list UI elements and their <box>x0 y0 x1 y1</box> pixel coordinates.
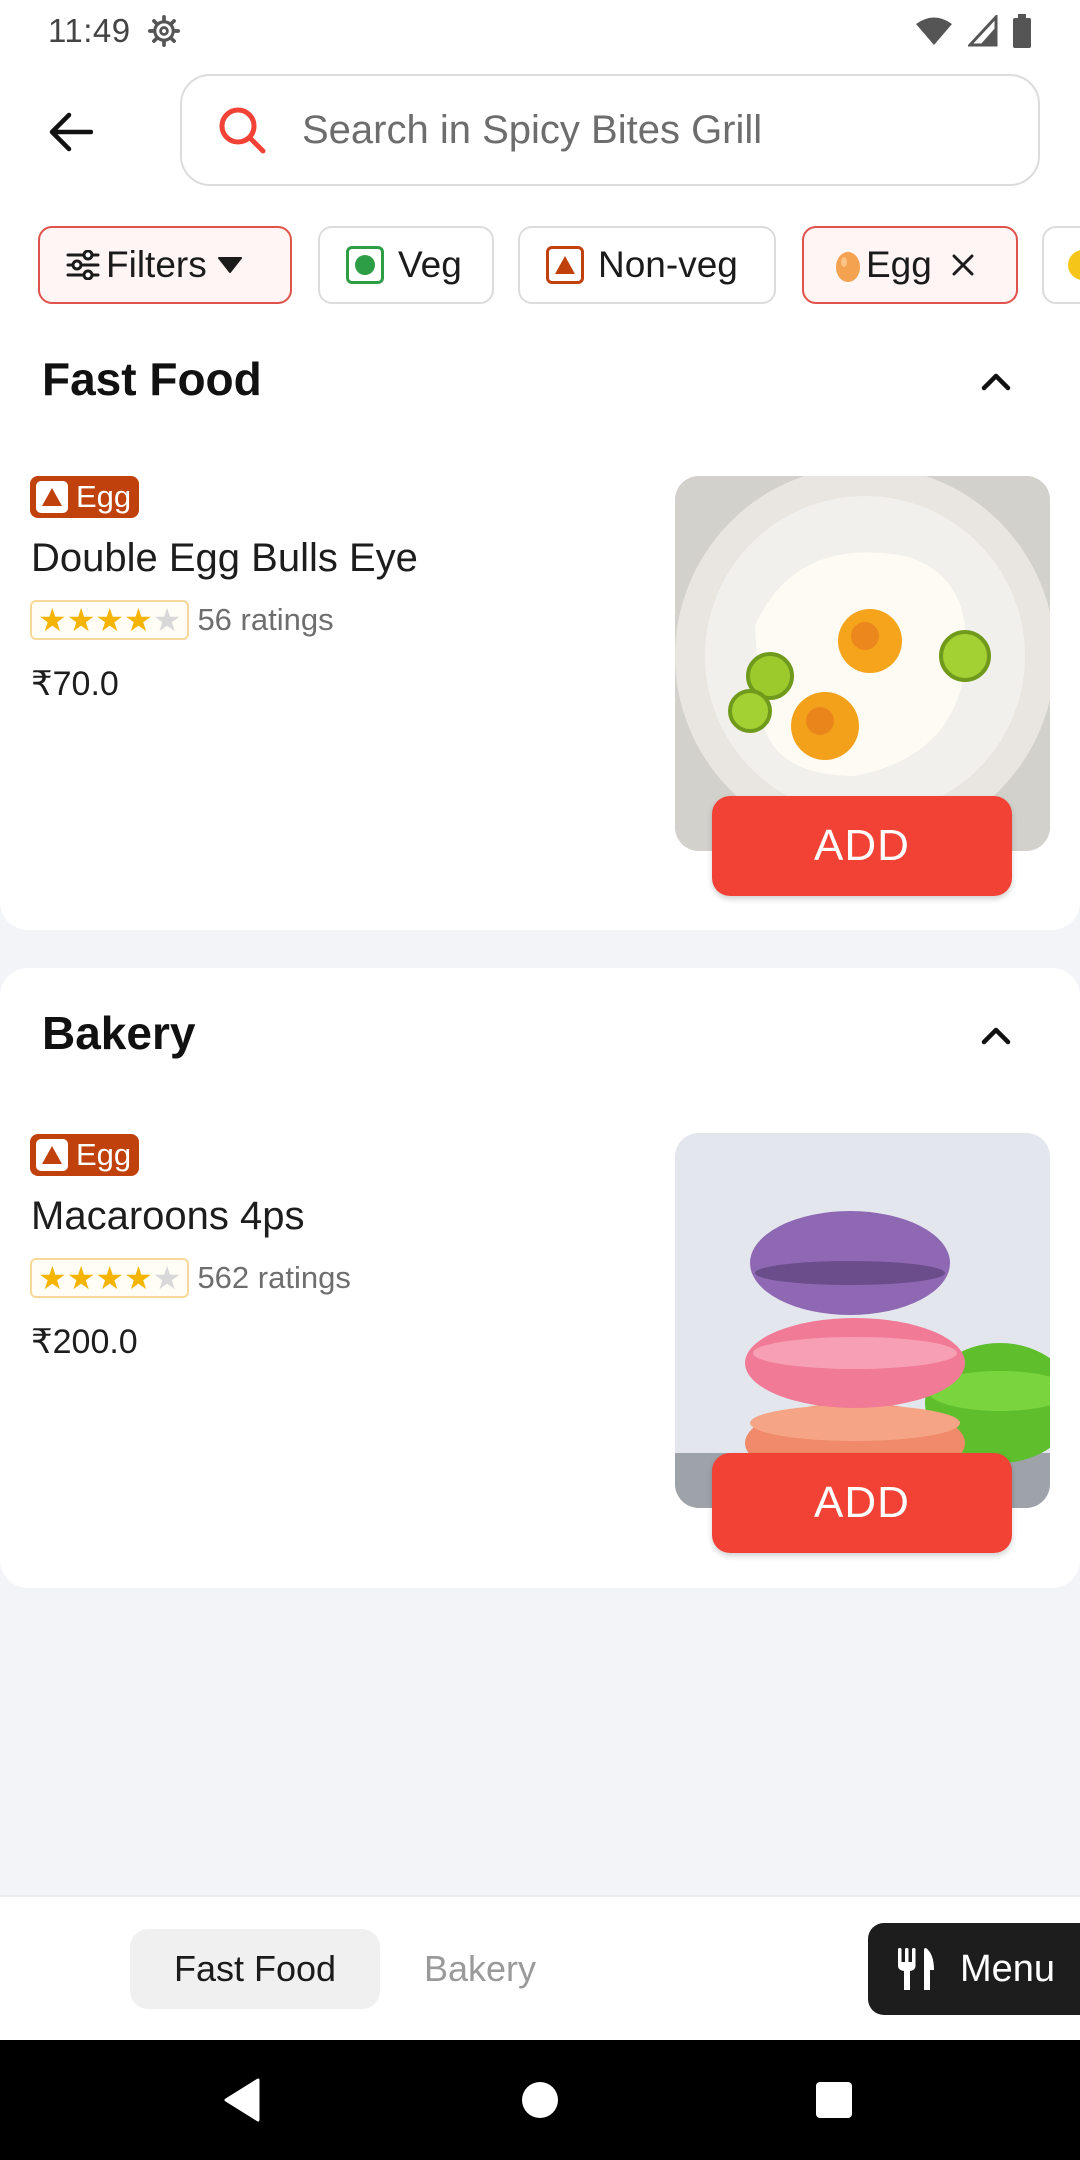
sliders-icon <box>66 250 100 280</box>
item-image[interactable] <box>675 1133 1050 1508</box>
filter-chips-row: Filters Veg Non-veg Egg <box>0 222 1080 314</box>
star-rating-icon: ★ ★ ★ ★ ★ <box>30 1258 190 1298</box>
add-button[interactable]: ADD <box>712 1453 1012 1553</box>
egg-marker-icon <box>36 481 68 513</box>
section-title: Bakery <box>42 1007 196 1059</box>
section-bakery: Bakery Egg Macaroons 4ps ★ ★ ★ ★ ★ 562 ratin… <box>0 968 1080 1588</box>
egg-marker-icon <box>36 1139 68 1171</box>
egg-chip-label: Egg <box>866 244 932 285</box>
close-icon[interactable] <box>950 252 976 278</box>
egg-plate-image <box>675 476 1050 851</box>
veg-chip-label: Veg <box>398 244 462 285</box>
egg-badge-label: Egg <box>76 1137 132 1172</box>
filters-chip[interactable]: Filters <box>38 226 292 304</box>
menu-button-label: Menu <box>960 1947 1056 1990</box>
back-arrow-icon <box>49 112 93 152</box>
wifi-icon <box>916 17 952 45</box>
cellular-signal-icon <box>968 15 998 47</box>
nav-recents-icon <box>816 2082 852 2118</box>
non-veg-icon <box>546 246 584 284</box>
back-button[interactable] <box>40 102 100 162</box>
category-tab-bar: Fast Food Bakery Menu <box>0 1895 1080 2040</box>
tab-fast-food[interactable]: Fast Food <box>130 1929 380 2009</box>
nav-home-button[interactable] <box>510 2070 570 2130</box>
item-rating: ★ ★ ★ ★ ★ 56 ratings <box>30 600 334 640</box>
chevron-up-icon[interactable] <box>974 360 1018 404</box>
rating-count: 562 ratings <box>197 1260 351 1295</box>
egg-badge: Egg <box>30 476 140 518</box>
veg-icon <box>346 246 384 284</box>
nav-recents-button[interactable] <box>804 2070 864 2130</box>
section-title: Fast Food <box>42 353 262 405</box>
status-time: 11:49 <box>48 12 131 49</box>
filters-chip-label: Filters <box>106 244 207 285</box>
add-button[interactable]: ADD <box>712 796 1012 896</box>
section-fast-food: Fast Food Egg Double Egg Bulls Eye ★ ★ ★ ★ ★… <box>0 314 1080 930</box>
macaroons-image <box>675 1133 1050 1508</box>
non-veg-chip[interactable]: Non-veg <box>518 226 776 304</box>
search-input[interactable]: Search in Spicy Bites Grill <box>180 74 1040 186</box>
non-veg-chip-label: Non-veg <box>598 244 738 285</box>
top-bar: Search in Spicy Bites Grill <box>0 62 1080 222</box>
star-rating-icon: ★ ★ ★ ★ ★ <box>30 600 190 640</box>
rating-count: 56 ratings <box>197 602 334 637</box>
chevron-up-icon[interactable] <box>974 1014 1018 1058</box>
item-price: ₹200.0 <box>31 1323 138 1361</box>
nav-back-icon <box>224 2078 260 2122</box>
system-nav-bar <box>0 2040 1080 2160</box>
egg-badge: Egg <box>30 1134 140 1176</box>
veg-chip[interactable]: Veg <box>318 226 494 304</box>
battery-icon <box>1013 14 1031 48</box>
search-placeholder: Search in Spicy Bites Grill <box>302 107 763 152</box>
status-bar: 11:49 <box>0 0 1080 62</box>
menu-button[interactable]: Menu <box>868 1923 1080 2015</box>
egg-icon <box>836 252 860 282</box>
nav-home-icon <box>522 2082 558 2118</box>
item-name: Macaroons 4ps <box>31 1194 305 1238</box>
item-image[interactable] <box>675 476 1050 851</box>
item-price: ₹70.0 <box>31 665 119 703</box>
item-rating: ★ ★ ★ ★ ★ 562 ratings <box>30 1258 351 1298</box>
tab-bakery[interactable]: Bakery <box>400 1929 560 2009</box>
search-icon <box>219 107 266 154</box>
sun-icon <box>1068 250 1080 280</box>
fork-knife-icon <box>898 1948 934 1990</box>
caret-down-icon <box>217 257 242 273</box>
next-filter-chip[interactable] <box>1042 226 1080 304</box>
egg-badge-label: Egg <box>76 479 132 514</box>
nav-back-button[interactable] <box>212 2070 272 2130</box>
egg-chip[interactable]: Egg <box>802 226 1018 304</box>
settings-gear-icon <box>147 14 180 48</box>
item-name: Double Egg Bulls Eye <box>31 536 418 580</box>
